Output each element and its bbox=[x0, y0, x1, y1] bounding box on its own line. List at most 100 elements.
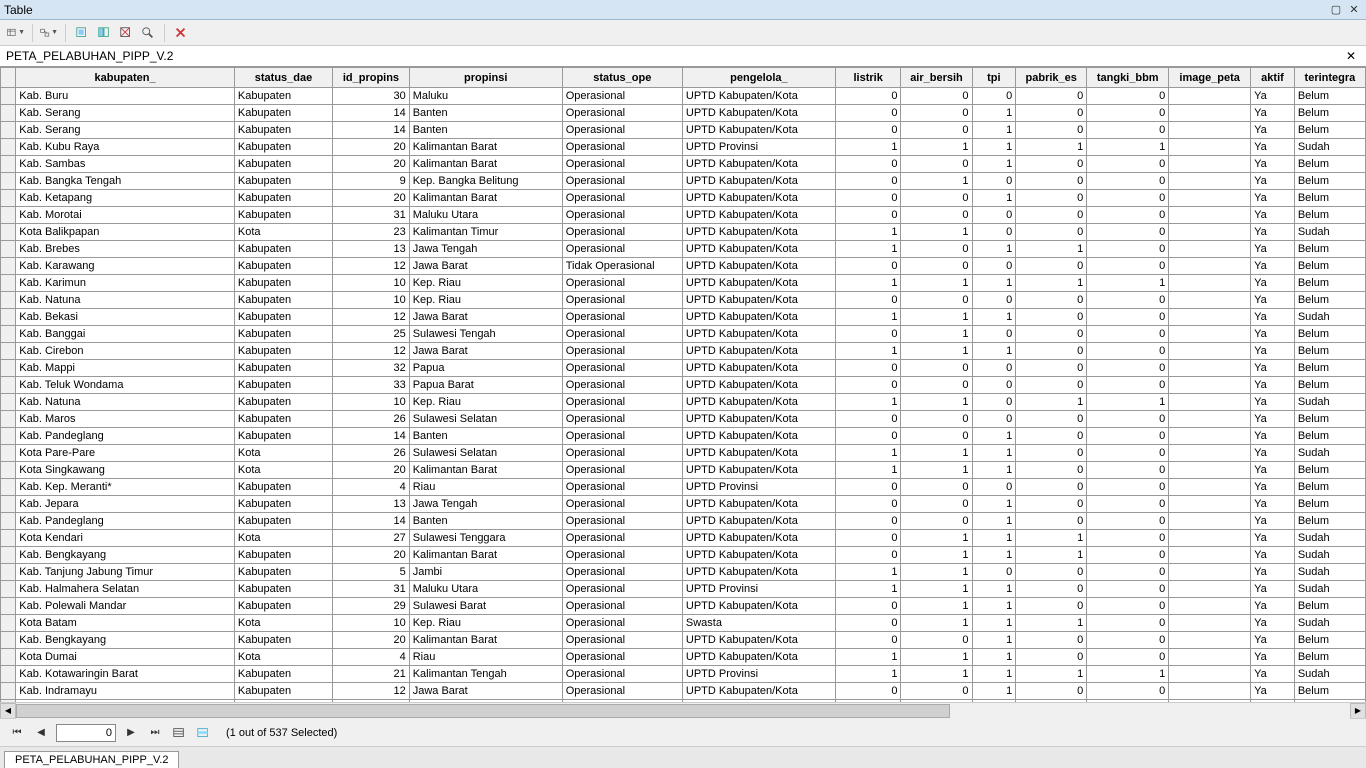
cell[interactable]: Jambi bbox=[409, 564, 562, 581]
cell[interactable]: 0 bbox=[835, 122, 901, 139]
cell[interactable]: Kab. Serang bbox=[16, 105, 235, 122]
cell[interactable]: Ya bbox=[1251, 530, 1295, 547]
cell[interactable]: Sudah bbox=[1294, 309, 1365, 326]
cell[interactable]: UPTD Kabupaten/Kota bbox=[682, 445, 835, 462]
row-selector[interactable] bbox=[1, 615, 16, 632]
cell[interactable]: Ya bbox=[1251, 309, 1295, 326]
cell[interactable]: 0 bbox=[1087, 530, 1169, 547]
cell[interactable] bbox=[1169, 139, 1251, 156]
row-selector[interactable] bbox=[1, 224, 16, 241]
cell[interactable] bbox=[1169, 649, 1251, 666]
table-row[interactable]: Kab. Kep. Meranti*Kabupaten4RiauOperasio… bbox=[1, 479, 1366, 496]
cell[interactable]: Belum bbox=[1294, 88, 1365, 105]
row-selector[interactable] bbox=[1, 513, 16, 530]
cell[interactable]: Operasional bbox=[562, 105, 682, 122]
cell[interactable]: Ya bbox=[1251, 190, 1295, 207]
cell[interactable]: Ya bbox=[1251, 394, 1295, 411]
cell[interactable]: 0 bbox=[1087, 309, 1169, 326]
cell[interactable]: UPTD Kabupaten/Kota bbox=[682, 343, 835, 360]
table-row[interactable]: Kota KendariKota27Sulawesi TenggaraOpera… bbox=[1, 530, 1366, 547]
cell[interactable]: Belum bbox=[1294, 496, 1365, 513]
cell[interactable]: Ya bbox=[1251, 479, 1295, 496]
cell[interactable]: Ya bbox=[1251, 496, 1295, 513]
col-header-propinsi[interactable]: propinsi bbox=[409, 68, 562, 88]
cell[interactable]: 0 bbox=[901, 156, 972, 173]
cell[interactable]: 0 bbox=[1087, 462, 1169, 479]
cell[interactable]: Kab. Kep. Meranti* bbox=[16, 479, 235, 496]
cell[interactable]: 0 bbox=[972, 88, 1016, 105]
cell[interactable]: 20 bbox=[333, 462, 410, 479]
cell[interactable]: 0 bbox=[835, 615, 901, 632]
cell[interactable]: Ya bbox=[1251, 649, 1295, 666]
cell[interactable]: Kabupaten bbox=[234, 683, 332, 700]
cell[interactable]: Kab. Morotai bbox=[16, 207, 235, 224]
cell[interactable]: 0 bbox=[972, 224, 1016, 241]
cell[interactable] bbox=[1169, 530, 1251, 547]
cell[interactable]: Operasional bbox=[562, 632, 682, 649]
cell[interactable]: 1 bbox=[1016, 547, 1087, 564]
table-row[interactable]: Kab. JeparaKabupaten13Jawa TengahOperasi… bbox=[1, 496, 1366, 513]
row-selector[interactable] bbox=[1, 156, 16, 173]
cell[interactable]: 1 bbox=[972, 139, 1016, 156]
cell[interactable]: 1 bbox=[901, 598, 972, 615]
cell[interactable]: Ya bbox=[1251, 292, 1295, 309]
cell[interactable]: 20 bbox=[333, 139, 410, 156]
cell[interactable]: Kalimantan Barat bbox=[409, 190, 562, 207]
table-row[interactable]: Kab. Bangka TengahKabupaten9Kep. Bangka … bbox=[1, 173, 1366, 190]
cell[interactable]: 0 bbox=[901, 428, 972, 445]
cell[interactable]: 0 bbox=[835, 530, 901, 547]
cell[interactable]: Ya bbox=[1251, 122, 1295, 139]
cell[interactable] bbox=[1169, 122, 1251, 139]
cell[interactable]: Kota Kendari bbox=[16, 530, 235, 547]
table-row[interactable]: Kab. BengkayangKabupaten20Kalimantan Bar… bbox=[1, 547, 1366, 564]
table-options-button[interactable]: ▼ bbox=[6, 23, 26, 43]
cell[interactable]: Operasional bbox=[562, 275, 682, 292]
cell[interactable]: Kabupaten bbox=[234, 496, 332, 513]
cell[interactable]: Belum bbox=[1294, 428, 1365, 445]
cell[interactable]: 1 bbox=[972, 190, 1016, 207]
cell[interactable]: 0 bbox=[901, 513, 972, 530]
cell[interactable]: Ya bbox=[1251, 581, 1295, 598]
cell[interactable]: Operasional bbox=[562, 479, 682, 496]
cell[interactable] bbox=[1169, 547, 1251, 564]
cell[interactable]: Operasional bbox=[562, 411, 682, 428]
table-row[interactable]: Kab. Kubu RayaKabupaten20Kalimantan Bara… bbox=[1, 139, 1366, 156]
cell[interactable]: Kabupaten bbox=[234, 547, 332, 564]
cell[interactable]: Operasional bbox=[562, 326, 682, 343]
cell[interactable]: Ya bbox=[1251, 411, 1295, 428]
cell[interactable]: 0 bbox=[835, 105, 901, 122]
cell[interactable]: Jawa Barat bbox=[409, 258, 562, 275]
cell[interactable]: Belum bbox=[1294, 462, 1365, 479]
cell[interactable]: UPTD Kabupaten/Kota bbox=[682, 632, 835, 649]
related-tables-button[interactable]: ▼ bbox=[39, 23, 59, 43]
cell[interactable]: 0 bbox=[1016, 326, 1087, 343]
cell[interactable]: 0 bbox=[901, 241, 972, 258]
cell[interactable] bbox=[1169, 394, 1251, 411]
cell[interactable]: Riau bbox=[409, 479, 562, 496]
cell[interactable]: Ya bbox=[1251, 598, 1295, 615]
cell[interactable]: Kalimantan Tengah bbox=[409, 666, 562, 683]
row-selector[interactable] bbox=[1, 122, 16, 139]
cell[interactable]: 0 bbox=[1087, 649, 1169, 666]
table-row[interactable]: Kab. KarawangKabupaten12Jawa BaratTidak … bbox=[1, 258, 1366, 275]
col-header-terintegra[interactable]: terintegra bbox=[1294, 68, 1365, 88]
cell[interactable]: UPTD Kabupaten/Kota bbox=[682, 105, 835, 122]
cell[interactable]: 0 bbox=[901, 207, 972, 224]
cell[interactable]: 1 bbox=[901, 275, 972, 292]
cell[interactable]: 14 bbox=[333, 105, 410, 122]
cell[interactable]: 12 bbox=[333, 309, 410, 326]
cell[interactable]: 1 bbox=[835, 581, 901, 598]
cell[interactable]: 0 bbox=[1087, 445, 1169, 462]
cell[interactable]: 0 bbox=[1087, 683, 1169, 700]
cell[interactable]: UPTD Kabupaten/Kota bbox=[682, 309, 835, 326]
cell[interactable]: 0 bbox=[1016, 377, 1087, 394]
cell[interactable]: 33 bbox=[333, 377, 410, 394]
cell[interactable]: Kab. Pandeglang bbox=[16, 513, 235, 530]
cell[interactable]: 1 bbox=[1016, 275, 1087, 292]
cell[interactable]: Kabupaten bbox=[234, 241, 332, 258]
cell[interactable]: Sulawesi Selatan bbox=[409, 445, 562, 462]
cell[interactable]: 0 bbox=[835, 428, 901, 445]
row-selector[interactable] bbox=[1, 411, 16, 428]
cell[interactable]: 0 bbox=[972, 564, 1016, 581]
scroll-thumb[interactable] bbox=[16, 704, 950, 718]
